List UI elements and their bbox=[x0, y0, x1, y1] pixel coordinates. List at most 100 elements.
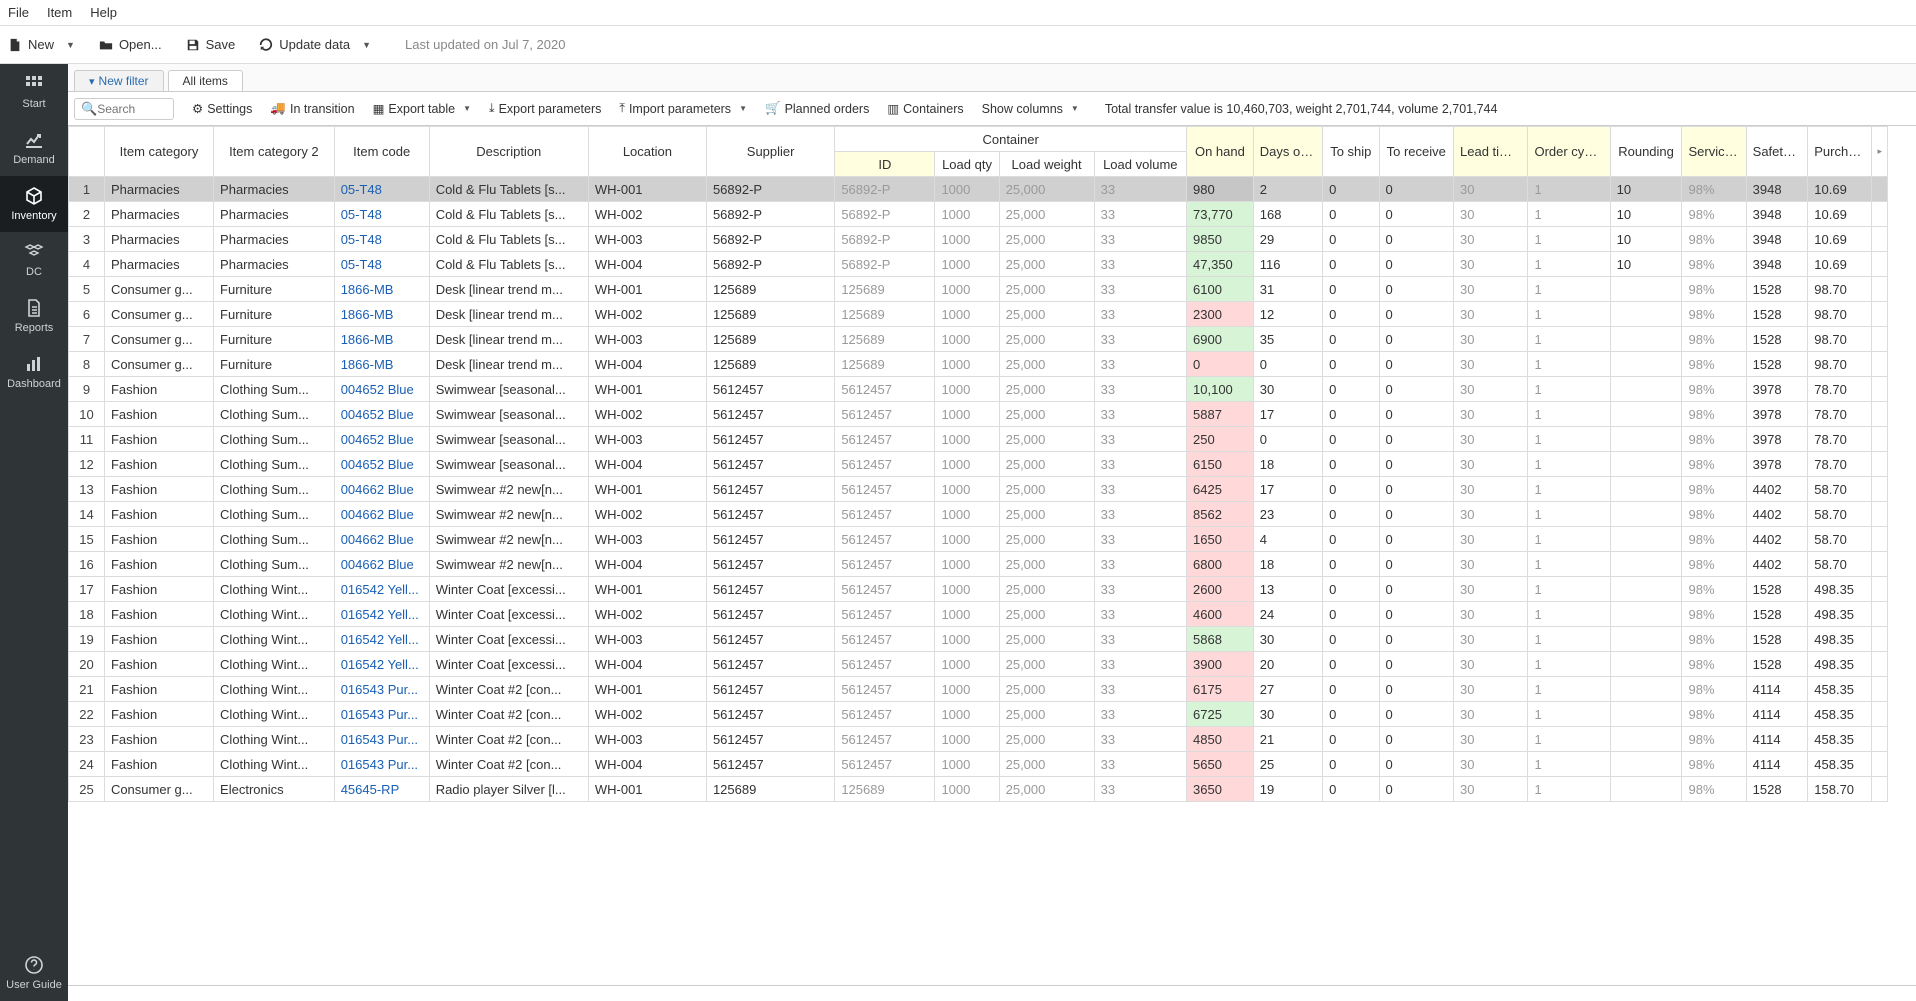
cell-code[interactable]: 004662 Blue bbox=[334, 527, 429, 552]
cell-code[interactable]: 016542 Yell... bbox=[334, 627, 429, 652]
col-item-code[interactable]: Item code bbox=[334, 127, 429, 177]
col-item-category2[interactable]: Item category 2 bbox=[214, 127, 335, 177]
data-grid[interactable]: Item category Item category 2 Item code … bbox=[68, 126, 1916, 985]
sidebar-item-dashboard[interactable]: Dashboard bbox=[0, 344, 68, 400]
col-load-qty[interactable]: Load qty bbox=[935, 152, 999, 177]
settings-button[interactable]: ⚙Settings bbox=[192, 101, 252, 116]
menu-item[interactable]: Item bbox=[47, 5, 72, 20]
table-row[interactable]: 1PharmaciesPharmacies05-T48Cold & Flu Ta… bbox=[69, 177, 1888, 202]
cell-code[interactable]: 016542 Yell... bbox=[334, 577, 429, 602]
col-to-ship[interactable]: To ship bbox=[1323, 127, 1379, 177]
update-dropdown[interactable]: ▼ bbox=[362, 40, 371, 50]
col-location[interactable]: Location bbox=[588, 127, 706, 177]
cell-code[interactable]: 016542 Yell... bbox=[334, 602, 429, 627]
new-dropdown[interactable]: ▼ bbox=[66, 40, 75, 50]
show-columns-button[interactable]: Show columns bbox=[982, 102, 1063, 116]
table-row[interactable]: 17FashionClothing Wint...016542 Yell...W… bbox=[69, 577, 1888, 602]
save-button[interactable]: Save bbox=[186, 37, 236, 52]
table-row[interactable]: 12FashionClothing Sum...004652 BlueSwimw… bbox=[69, 452, 1888, 477]
table-row[interactable]: 13FashionClothing Sum...004662 BlueSwimw… bbox=[69, 477, 1888, 502]
export-table-dd[interactable]: ▼ bbox=[463, 104, 471, 113]
menu-help[interactable]: Help bbox=[90, 5, 117, 20]
col-lead-time[interactable]: Lead time, days bbox=[1454, 127, 1528, 177]
sidebar-item-reports[interactable]: Reports bbox=[0, 288, 68, 344]
table-row[interactable]: 19FashionClothing Wint...016542 Yell...W… bbox=[69, 627, 1888, 652]
col-rounding[interactable]: Rounding bbox=[1610, 127, 1682, 177]
new-button[interactable]: New bbox=[8, 37, 54, 52]
scroll-right-indicator[interactable]: ▸ bbox=[1872, 127, 1888, 177]
sidebar-item-inventory[interactable]: Inventory bbox=[0, 176, 68, 232]
table-row[interactable]: 16FashionClothing Sum...004662 BlueSwimw… bbox=[69, 552, 1888, 577]
import-params-button[interactable]: ⤒Import parameters bbox=[619, 101, 731, 116]
cell-code[interactable]: 05-T48 bbox=[334, 202, 429, 227]
table-row[interactable]: 22FashionClothing Wint...016543 Pur...Wi… bbox=[69, 702, 1888, 727]
cell-code[interactable]: 004662 Blue bbox=[334, 477, 429, 502]
cell-code[interactable]: 016543 Pur... bbox=[334, 702, 429, 727]
table-row[interactable]: 20FashionClothing Wint...016542 Yell...W… bbox=[69, 652, 1888, 677]
cell-code[interactable]: 45645-RP bbox=[334, 777, 429, 802]
horizontal-scrollbar[interactable] bbox=[68, 985, 1916, 1001]
col-load-weight[interactable]: Load weight bbox=[999, 152, 1094, 177]
export-params-button[interactable]: ⤓Export parameters bbox=[489, 101, 601, 116]
col-supplier[interactable]: Supplier bbox=[706, 127, 834, 177]
col-description[interactable]: Description bbox=[429, 127, 588, 177]
cell-code[interactable]: 004652 Blue bbox=[334, 427, 429, 452]
in-transition-button[interactable]: 🚚In transition bbox=[270, 101, 354, 116]
col-container-id[interactable]: ID bbox=[835, 152, 935, 177]
table-row[interactable]: 25Consumer g...Electronics45645-RPRadio … bbox=[69, 777, 1888, 802]
col-purchase-price[interactable]: Purchase price bbox=[1808, 127, 1872, 177]
table-row[interactable]: 5Consumer g...Furniture1866-MBDesk [line… bbox=[69, 277, 1888, 302]
sidebar-item-dc[interactable]: DC bbox=[0, 232, 68, 288]
cell-code[interactable]: 004662 Blue bbox=[334, 552, 429, 577]
sidebar-item-start[interactable]: Start bbox=[0, 64, 68, 120]
table-row[interactable]: 21FashionClothing Wint...016543 Pur...Wi… bbox=[69, 677, 1888, 702]
colgroup-container[interactable]: Container bbox=[835, 127, 1187, 152]
col-on-hand[interactable]: On hand bbox=[1187, 127, 1254, 177]
table-row[interactable]: 2PharmaciesPharmacies05-T48Cold & Flu Ta… bbox=[69, 202, 1888, 227]
search-input[interactable] bbox=[97, 102, 167, 116]
col-to-receive[interactable]: To receive bbox=[1379, 127, 1453, 177]
cell-code[interactable]: 1866-MB bbox=[334, 277, 429, 302]
cell-code[interactable]: 1866-MB bbox=[334, 302, 429, 327]
table-row[interactable]: 6Consumer g...Furniture1866-MBDesk [line… bbox=[69, 302, 1888, 327]
cell-code[interactable]: 016543 Pur... bbox=[334, 677, 429, 702]
cell-code[interactable]: 004662 Blue bbox=[334, 502, 429, 527]
cell-code[interactable]: 1866-MB bbox=[334, 327, 429, 352]
cell-code[interactable]: 004652 Blue bbox=[334, 377, 429, 402]
table-row[interactable]: 8Consumer g...Furniture1866-MBDesk [line… bbox=[69, 352, 1888, 377]
cell-code[interactable]: 05-T48 bbox=[334, 252, 429, 277]
cell-code[interactable]: 016543 Pur... bbox=[334, 752, 429, 777]
show-columns-dd[interactable]: ▼ bbox=[1071, 104, 1079, 113]
cell-code[interactable]: 05-T48 bbox=[334, 227, 429, 252]
cell-code[interactable]: 004652 Blue bbox=[334, 402, 429, 427]
cell-code[interactable]: 05-T48 bbox=[334, 177, 429, 202]
planned-orders-button[interactable]: 🛒Planned orders bbox=[765, 101, 869, 116]
containers-button[interactable]: ▥Containers bbox=[887, 101, 963, 116]
col-days-supply[interactable]: Days of supply bbox=[1253, 127, 1322, 177]
table-row[interactable]: 24FashionClothing Wint...016543 Pur...Wi… bbox=[69, 752, 1888, 777]
import-params-dd[interactable]: ▼ bbox=[739, 104, 747, 113]
table-row[interactable]: 18FashionClothing Wint...016542 Yell...W… bbox=[69, 602, 1888, 627]
table-row[interactable]: 9FashionClothing Sum...004652 BlueSwimwe… bbox=[69, 377, 1888, 402]
sidebar-item-userguide[interactable]: User Guide bbox=[0, 945, 68, 1001]
cell-code[interactable]: 004652 Blue bbox=[334, 452, 429, 477]
update-button[interactable]: Update data bbox=[259, 37, 350, 52]
cell-code[interactable]: 1866-MB bbox=[334, 352, 429, 377]
col-service-level[interactable]: Service level, % bbox=[1682, 127, 1746, 177]
table-row[interactable]: 10FashionClothing Sum...004652 BlueSwimw… bbox=[69, 402, 1888, 427]
cell-code[interactable]: 016542 Yell... bbox=[334, 652, 429, 677]
open-button[interactable]: Open... bbox=[99, 37, 162, 52]
menu-file[interactable]: File bbox=[8, 5, 29, 20]
col-load-volume[interactable]: Load volume bbox=[1094, 152, 1186, 177]
cell-code[interactable]: 016543 Pur... bbox=[334, 727, 429, 752]
tab-new-filter[interactable]: ▾ New filter bbox=[74, 70, 164, 91]
table-row[interactable]: 3PharmaciesPharmacies05-T48Cold & Flu Ta… bbox=[69, 227, 1888, 252]
sidebar-item-demand[interactable]: Demand bbox=[0, 120, 68, 176]
export-table-button[interactable]: ▦Export table bbox=[373, 101, 456, 116]
table-row[interactable]: 4PharmaciesPharmacies05-T48Cold & Flu Ta… bbox=[69, 252, 1888, 277]
table-row[interactable]: 15FashionClothing Sum...004662 BlueSwimw… bbox=[69, 527, 1888, 552]
table-row[interactable]: 7Consumer g...Furniture1866-MBDesk [line… bbox=[69, 327, 1888, 352]
tab-all-items[interactable]: All items bbox=[168, 70, 243, 91]
col-order-cycle[interactable]: Order cycle, months bbox=[1528, 127, 1610, 177]
table-row[interactable]: 11FashionClothing Sum...004652 BlueSwimw… bbox=[69, 427, 1888, 452]
